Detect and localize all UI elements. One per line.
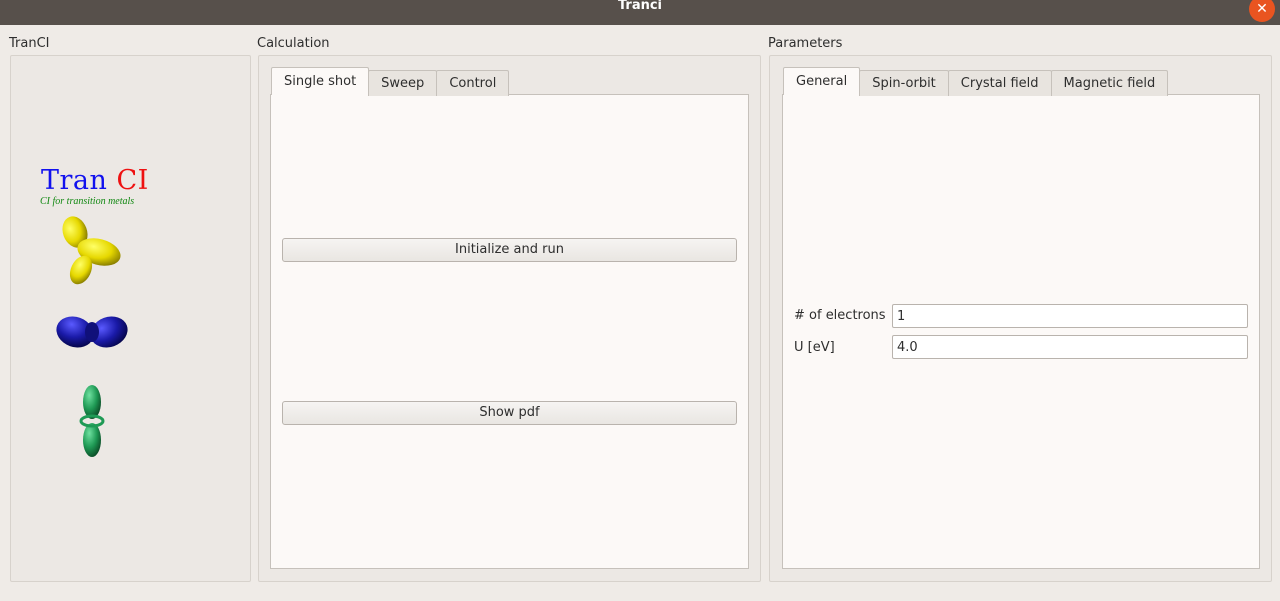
tranci-group-box: Tran CI CI for transition metals <box>10 55 251 582</box>
yellow-orbital-icon <box>62 216 121 285</box>
general-panel <box>782 94 1260 569</box>
calculation-group-label: Calculation <box>257 36 330 51</box>
initialize-and-run-button[interactable]: Initialize and run <box>282 238 737 262</box>
tab-magnetic-field[interactable]: Magnetic field <box>1050 70 1169 96</box>
u-field[interactable] <box>892 335 1248 359</box>
logo-title: Tran CI <box>41 167 149 195</box>
u-label: U [eV] <box>794 340 835 355</box>
parameters-group-label: Parameters <box>768 36 843 51</box>
window-titlebar: Tranci ✕ <box>0 0 1280 25</box>
close-icon[interactable]: ✕ <box>1249 0 1275 22</box>
electrons-label: # of electrons <box>794 308 886 323</box>
show-pdf-button[interactable]: Show pdf <box>282 401 737 425</box>
calculation-tabbar: Single shot Sweep Control <box>271 67 510 96</box>
tab-sweep[interactable]: Sweep <box>368 70 438 96</box>
blue-orbital-icon <box>56 316 128 348</box>
window-title: Tranci <box>617 0 663 13</box>
tab-spin-orbit[interactable]: Spin-orbit <box>859 70 949 96</box>
electrons-field[interactable] <box>892 304 1248 328</box>
tab-general[interactable]: General <box>783 67 861 95</box>
green-orbital-icon <box>79 385 105 457</box>
logo-tran-text: Tran <box>41 165 108 196</box>
tranci-group-label: TranCI <box>9 36 50 51</box>
parameters-tabbar: General Spin-orbit Crystal field Magneti… <box>783 67 1169 96</box>
logo-ci-text: CI <box>116 165 149 196</box>
tab-single-shot[interactable]: Single shot <box>271 67 370 95</box>
tab-control[interactable]: Control <box>436 70 510 96</box>
tab-crystal-field[interactable]: Crystal field <box>947 70 1052 96</box>
single-shot-panel <box>270 94 749 569</box>
logo-subtitle: CI for transition metals <box>40 196 135 207</box>
